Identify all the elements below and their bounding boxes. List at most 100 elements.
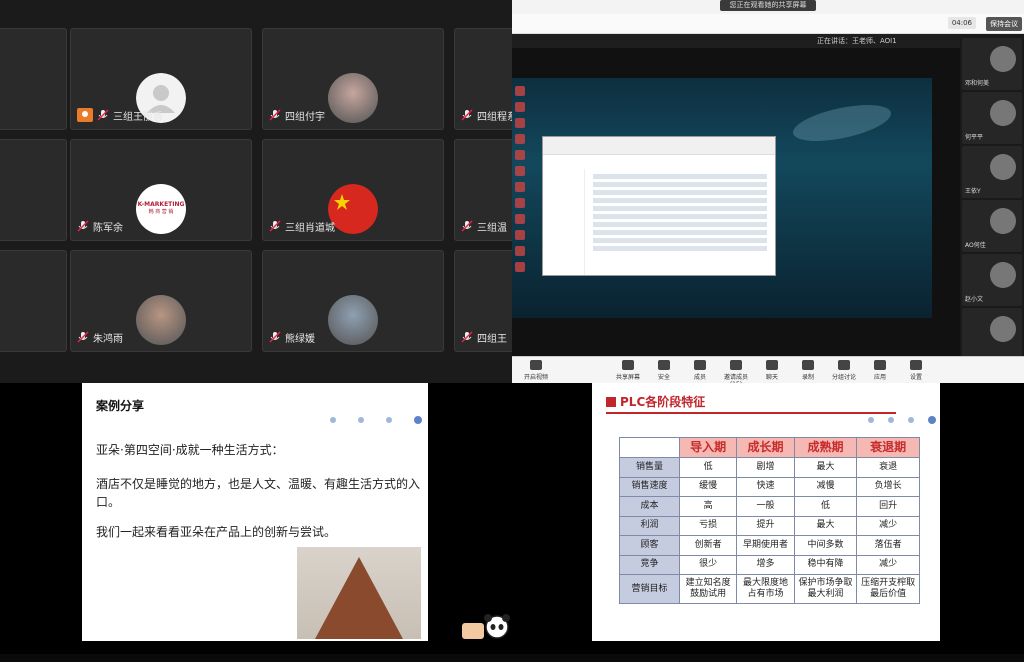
participant-tile[interactable]: 朱鸿雨 — [70, 250, 252, 352]
mic-muted-icon — [77, 220, 89, 232]
screen-share-view: 您正在观看她的共享屏幕 04:06 保持会议 正在讲话：王老师、AOI1 邓和何… — [512, 0, 1024, 383]
speaker-bar: 正在讲话：王老师、AOI1 — [512, 34, 960, 48]
share-screen-button[interactable]: 共享屏幕 — [610, 360, 646, 381]
wallpaper-whale — [789, 97, 895, 149]
table-cell: 很少 — [678, 554, 738, 575]
shared-desktop — [512, 78, 932, 318]
participant-name: 三组温 — [477, 222, 507, 234]
invite-button[interactable]: 邀请成员(15) — [718, 360, 754, 383]
participant-tile[interactable]: 四组王 — [454, 250, 512, 352]
participant-namebar: 三组王丽香 — [77, 107, 163, 123]
record-icon — [802, 360, 814, 370]
meeting-timer: 04:06 — [947, 17, 976, 29]
participant-name: 四组付宇 — [285, 111, 325, 123]
members-icon — [694, 360, 706, 370]
participant-namebar: 三组肖道城 — [269, 218, 335, 234]
table-cell: 减慢 — [793, 476, 858, 497]
slide-title: 案例分享 — [96, 399, 145, 413]
participant-tile[interactable]: 三组王丽香 — [70, 28, 252, 130]
participant-tile[interactable]: 三组肖道城 — [262, 139, 444, 241]
chat-button[interactable]: 聊天 — [754, 360, 790, 381]
participant-namebar: 熊绿媛 — [269, 329, 315, 345]
side-participant-tile[interactable]: 何平平 — [962, 92, 1022, 144]
mic-muted-icon — [461, 220, 473, 232]
record-button[interactable]: 录制 — [790, 360, 826, 381]
members-button[interactable]: 成员 — [682, 360, 718, 381]
settings-icon — [910, 360, 922, 370]
speaker-label: 正在讲话：王老师、AOI1 — [817, 37, 897, 45]
meeting-header: 04:06 保持会议 — [512, 14, 1024, 34]
avatar — [990, 262, 1016, 288]
table-row: 营销目标 建立知名度鼓励试用 最大限度地占有市场 保护市场争取最大利润 压缩开支榨取最后… — [619, 574, 920, 604]
slide-panel-right: PLC各阶段特征 导入期 成长期 成熟期 衰退期 销售量低剧增 最大 衰退 销售速度 缓慢 快速… — [512, 383, 1024, 662]
side-participant-name: 赵小文 — [965, 296, 984, 303]
mic-muted-icon — [97, 109, 109, 121]
settings-button[interactable]: 设置 — [898, 360, 934, 381]
stage-header: 成长期 — [736, 437, 795, 458]
mic-muted-icon — [269, 109, 281, 121]
file-explorer-window — [542, 136, 776, 276]
table-cell: 最大限度地占有市场 — [736, 574, 795, 604]
side-participant-tile[interactable] — [962, 308, 1022, 360]
row-label: 竞争 — [619, 554, 680, 575]
breakout-button[interactable]: 分组讨论 — [826, 360, 862, 381]
side-participant-name: AO何佳 — [965, 242, 986, 249]
chat-icon — [766, 360, 778, 370]
participant-namebar: 四组付宇 — [269, 107, 325, 123]
participant-name: 陈军余 — [93, 222, 123, 234]
explorer-sidebar — [543, 169, 585, 275]
table-cell: 压缩开支榨取最后价值 — [856, 574, 920, 604]
table-cell: 缓慢 — [678, 476, 738, 497]
slide-title: PLC各阶段特征 — [620, 395, 706, 409]
display-shelf-shape — [315, 557, 403, 639]
participant-tile[interactable]: K-MARKETING 韩 商 营 销陈军余 — [70, 139, 252, 241]
participant-tile[interactable]: 三组温 — [454, 139, 512, 241]
table-cell: 提升 — [736, 515, 795, 536]
avatar — [990, 100, 1016, 126]
participant-namebar: 四组王 — [461, 329, 507, 345]
participant-tile[interactable]: 四组程系 — [454, 28, 512, 130]
avatar — [990, 316, 1016, 342]
table-cell: 稳中有降 — [793, 554, 858, 575]
row-label: 顾客 — [619, 535, 680, 556]
participant-tile[interactable]: 熊绿媛 — [262, 250, 444, 352]
table-cell: 低 — [793, 496, 858, 517]
keep-meeting-button[interactable]: 保持会议 — [986, 17, 1022, 31]
avatar — [990, 154, 1016, 180]
side-participant-tile[interactable]: 王依Y — [962, 146, 1022, 198]
participant-tile[interactable]: 四组付宇 — [262, 28, 444, 130]
stage-header: 导入期 — [678, 437, 738, 458]
table-cell: 最大 — [793, 457, 858, 478]
user-photo-avatar — [328, 73, 378, 123]
user-photo-avatar — [328, 295, 378, 345]
table-row: 销售速度 缓慢 快速 减慢 负增长 — [619, 476, 920, 497]
side-participant-tile[interactable]: 赵小文 — [962, 254, 1022, 306]
slide-header: PLC各阶段特征 — [606, 393, 705, 410]
participant-tile[interactable]: 诗享 — [0, 28, 67, 130]
slide-line-3: 我们一起来看看亚朵在产品上的创新与尝试。 — [96, 525, 337, 539]
table-cell: 回升 — [856, 496, 920, 517]
table-cell: 建立知名度鼓励试用 — [678, 574, 738, 604]
security-button[interactable]: 安全 — [646, 360, 682, 381]
stage-header: 成熟期 — [793, 437, 858, 458]
side-participant-name: 何平平 — [965, 134, 984, 141]
row-label: 销售速度 — [619, 476, 680, 497]
table-cell: 减少 — [856, 554, 920, 575]
user-photo-avatar — [136, 295, 186, 345]
video-toggle-button[interactable]: 开启视频 — [518, 360, 554, 381]
k-marketing-logo: K-MARKETING 韩 商 营 销 — [136, 184, 186, 234]
table-cell: 增多 — [736, 554, 795, 575]
table-row: 成本高一般低回升 — [619, 496, 920, 517]
participant-namebar: 四组程系 — [461, 107, 512, 123]
table-cell: 减少 — [856, 515, 920, 536]
red-square-icon — [606, 396, 616, 407]
apps-button[interactable]: 应用 — [862, 360, 898, 381]
participant-tile[interactable] — [0, 139, 67, 241]
host-badge-icon — [77, 108, 93, 122]
mic-muted-icon — [269, 331, 281, 343]
participant-tile[interactable] — [0, 250, 67, 352]
table-cell: 早期使用者 — [736, 535, 795, 556]
table-cell: 高 — [678, 496, 738, 517]
side-participant-tile[interactable]: 邓和何美 — [962, 38, 1022, 90]
side-participant-tile[interactable]: AO何佳 — [962, 200, 1022, 252]
